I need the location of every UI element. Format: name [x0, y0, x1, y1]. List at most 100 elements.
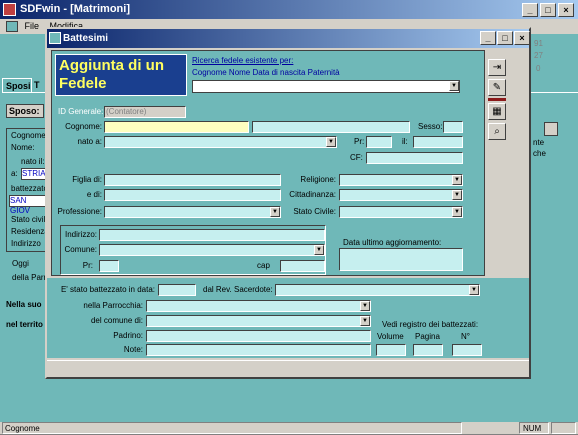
search-panel: Ricerca fedele esistente per: Cognome No… — [192, 55, 482, 95]
cognome-field[interactable] — [104, 121, 249, 133]
padre-field[interactable] — [104, 174, 281, 186]
main-close-button[interactable]: × — [558, 3, 574, 17]
app-icon — [3, 3, 16, 16]
search-record-icon[interactable]: ⌕ — [488, 123, 506, 140]
pr-label: Pr: — [354, 137, 365, 146]
numero-field[interactable] — [452, 344, 482, 356]
nel-territ-label: nel territo — [6, 320, 43, 329]
nome-field[interactable] — [252, 121, 410, 133]
residenza-label-bg: Residenza — [11, 227, 49, 236]
sposo-label: Sposo: — [6, 104, 44, 118]
calendar-icon[interactable]: ▦ — [488, 103, 506, 120]
stato-civile-combo[interactable]: ▼ — [339, 206, 463, 218]
note-label: Note: — [123, 345, 143, 354]
chevron-down-icon[interactable]: ▼ — [270, 207, 280, 217]
bg-num-3: 0 — [536, 64, 541, 73]
document-icon — [6, 21, 18, 32]
dialog-title: Battesimi — [63, 33, 109, 44]
professione-label: Professione: — [57, 207, 102, 216]
battesimi-dialog: Battesimi _ □ × Aggiunta di un Fedele Ri… — [45, 27, 531, 379]
comune-battesimo-combo[interactable]: ▼ — [146, 315, 371, 327]
san-giov-field-bg[interactable]: SAN GIOV — [9, 195, 47, 215]
dialog-bottom-strip — [47, 360, 529, 377]
parrocchia-combo[interactable]: ▼ — [146, 300, 371, 312]
fedele-form-area: Aggiunta di un Fedele Ricerca fedele esi… — [51, 50, 485, 276]
chevron-down-icon[interactable]: ▼ — [360, 316, 370, 326]
tab-2[interactable]: T — [34, 78, 44, 92]
dialog-close-button[interactable]: × — [514, 31, 530, 45]
chevron-down-icon[interactable]: ▼ — [360, 301, 370, 311]
indirizzo-field[interactable] — [99, 229, 325, 241]
chevron-down-icon[interactable]: ▼ — [452, 175, 462, 185]
cittadinanza-label: Cittadinanza: — [289, 190, 336, 199]
padrino-label: Padrino: — [113, 331, 143, 340]
indirizzo-label-bg: Indirizzo — [11, 239, 41, 248]
religione-combo[interactable]: ▼ — [339, 174, 463, 186]
data-battesimo-field[interactable] — [158, 284, 196, 296]
status-num: NUM — [519, 422, 549, 434]
toolbar-divider — [488, 98, 506, 101]
madre-field[interactable] — [104, 189, 281, 201]
a-label-bg: a: — [11, 169, 18, 178]
dialog-titlebar: Battesimi — [47, 29, 529, 48]
new-icon[interactable]: ✎ — [488, 79, 506, 96]
e-di-label: e di: — [86, 190, 102, 199]
pagina-label: Pagina — [415, 332, 440, 341]
sesso-label: Sesso: — [418, 122, 443, 131]
id-label: ID Generale: — [58, 107, 104, 116]
nato-a-combo[interactable]: ▼ — [104, 136, 337, 148]
dialog-minimize-button[interactable]: _ — [480, 31, 496, 45]
professione-combo[interactable]: ▼ — [104, 206, 281, 218]
bg-right-label-2: che — [533, 149, 546, 158]
exit-icon[interactable]: ⇥ — [488, 59, 506, 76]
comune-combo[interactable]: ▼ — [99, 244, 325, 256]
chevron-down-icon[interactable]: ▼ — [314, 245, 324, 255]
volume-field[interactable] — [376, 344, 406, 356]
padrino-field[interactable] — [146, 330, 371, 342]
oggi-label: Oggi — [12, 259, 29, 268]
nome-label-bg: Nome: — [11, 143, 35, 152]
note-field[interactable] — [146, 344, 371, 356]
pagina-field[interactable] — [413, 344, 443, 356]
indirizzo-label: Indirizzo: — [64, 230, 97, 239]
figlia-di-label: Figlia di: — [72, 175, 102, 184]
nato-il-label-bg: nato il: — [21, 157, 45, 166]
il-label: il: — [402, 137, 408, 146]
pr2-field[interactable] — [99, 260, 119, 272]
religione-label: Religione: — [300, 175, 336, 184]
della-parr-label: della Parr — [12, 273, 47, 282]
dialog-maximize-button[interactable]: □ — [497, 31, 513, 45]
chevron-down-icon[interactable]: ▼ — [326, 137, 336, 147]
bg-num-2: 27 — [534, 51, 543, 60]
cf-field[interactable] — [366, 152, 463, 164]
sesso-field[interactable] — [443, 121, 463, 133]
chevron-down-icon[interactable]: ▼ — [452, 190, 462, 200]
cittadinanza-combo[interactable]: ▼ — [339, 189, 463, 201]
battesimo-area: E' stato battezzato in data: dal Rev. Sa… — [47, 278, 529, 358]
nato-a-field-bg[interactable]: STRIA — [21, 168, 47, 180]
search-combo[interactable]: ▼ — [192, 80, 460, 93]
status-field: Cognome — [2, 422, 462, 434]
tab-sposi[interactable]: Sposi — [2, 78, 32, 92]
comune-label: Comune: — [64, 245, 97, 254]
nato-a-label: nato a: — [77, 137, 102, 146]
del-comune-label: del comune di: — [90, 316, 143, 325]
main-maximize-button[interactable]: □ — [540, 3, 556, 17]
data-nascita-field[interactable] — [413, 136, 463, 148]
chevron-down-icon[interactable]: ▼ — [469, 285, 479, 295]
chevron-down-icon[interactable]: ▼ — [449, 81, 459, 91]
main-titlebar: SDFwin - [Matrimoni] — [0, 0, 578, 19]
chevron-down-icon[interactable]: ▼ — [452, 207, 462, 217]
stato-civile-label-bg: Stato civile — [11, 215, 50, 224]
sacerdote-combo[interactable]: ▼ — [275, 284, 480, 296]
battezzato-label-bg: battezzato — [11, 184, 48, 193]
cap-label: cap — [257, 261, 270, 270]
menu-file[interactable]: File — [25, 21, 40, 31]
search-label: Ricerca fedele esistente per: — [192, 56, 294, 65]
pr-field[interactable] — [366, 136, 392, 148]
data-aggiornamento-field[interactable] — [339, 248, 463, 271]
main-minimize-button[interactable]: _ — [522, 3, 538, 17]
cap-field[interactable] — [280, 260, 325, 272]
cf-label: CF: — [350, 153, 363, 162]
bg-button[interactable] — [544, 122, 558, 136]
